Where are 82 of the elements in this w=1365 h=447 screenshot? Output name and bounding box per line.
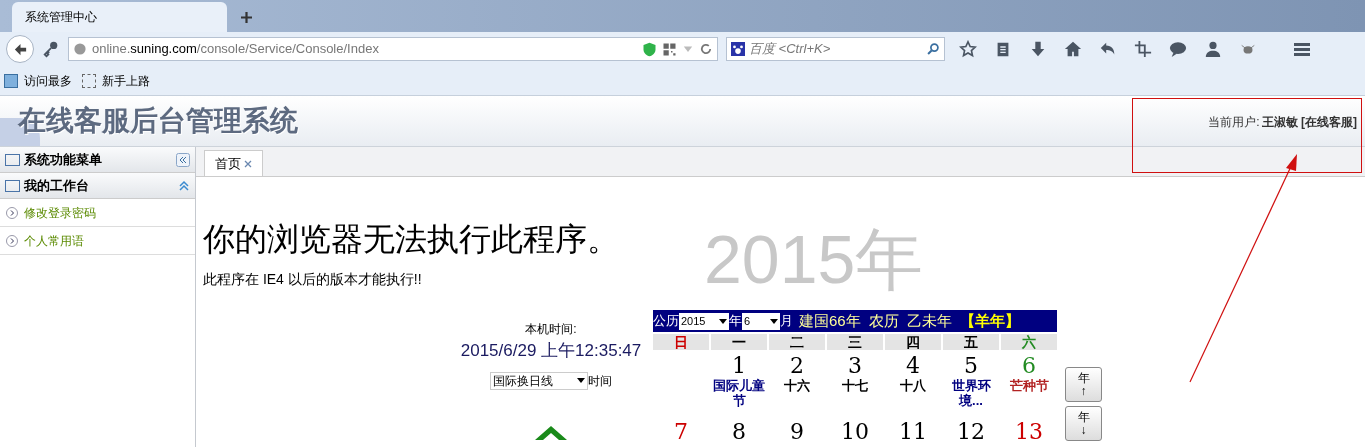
reload-icon[interactable] [699,42,713,56]
home-icon[interactable] [1064,40,1082,58]
shield-icon[interactable] [642,41,657,57]
menu-item[interactable]: 个人常用语 [0,227,195,255]
calendar-day[interactable]: 9 [790,420,804,444]
day-note: 十七 [842,378,868,393]
year-step-button[interactable]: 年 ↓ [1065,406,1102,441]
timezone-suffix: 时间 [588,372,612,390]
star-icon[interactable] [959,40,977,58]
bookmark-link[interactable]: 新手上路 [82,71,150,90]
back-arrow-icon [12,41,28,57]
weekday-header: 二 [790,334,804,350]
calendar-day[interactable]: 13 [1015,420,1043,444]
calendar-prefix: 公历 [653,312,679,331]
address-bar[interactable]: online.suning.com/console/Service/Console/Index [68,37,718,61]
crop-icon[interactable] [1134,40,1152,58]
current-user: 当前用户: 王淑敏 [在线客服] [1208,114,1357,131]
weekday-header: 五 [964,334,978,350]
calendar-day[interactable]: 12 [957,420,985,444]
weekday-header: 三 [848,334,862,350]
person-icon[interactable] [1204,40,1222,58]
chat-bubble-icon[interactable] [1169,40,1187,58]
new-tab-button[interactable] [241,12,252,23]
close-icon[interactable] [244,159,252,168]
calendar-day[interactable]: 2 [790,354,804,378]
system-title: 在线客服后台管理系统 [18,104,298,138]
weekday-header: 一 [732,334,746,350]
calendar-day[interactable]: 3 [848,354,862,378]
sidebar-title: 系统功能菜单 [24,150,102,169]
year-unit: 年 [729,312,742,331]
chevron-circle-icon [6,234,18,247]
year-step-button[interactable]: 年 ↑ [1065,367,1102,402]
caret-icon [577,378,585,383]
year-select[interactable]: 2015 [679,312,729,330]
section-title: 我的工作台 [24,176,89,195]
clock-time: 2015/6/29 上午12:35:47 [460,340,642,362]
weekday-header: 四 [906,334,920,350]
caret-icon [719,318,727,324]
calendar-info: 建国66年 农历 乙未年 [799,310,953,331]
browser-tab[interactable]: 系统管理中心 [12,2,227,32]
timezone-select[interactable]: 国际换日线 [490,371,588,390]
caret-icon [770,318,778,324]
page-tab[interactable]: 首页 [204,150,263,176]
day-note: 芒种节 [1009,378,1049,393]
month-select[interactable]: 6 [742,312,780,330]
search-placeholder: 百度 <Ctrl+K> [749,40,832,59]
calendar-day[interactable]: 1 [732,354,746,378]
day-note: 十六 [784,378,810,393]
search-icon[interactable] [926,42,940,56]
collapse-icon[interactable] [176,152,190,167]
download-icon[interactable] [1029,40,1047,58]
chevron-circle-icon [6,206,18,219]
menu-item[interactable]: 修改登录密码 [0,199,195,227]
panel-icon [5,179,20,192]
calendar-day[interactable]: 10 [841,420,869,444]
bookmark-link[interactable]: 访问最多 [4,71,72,90]
clock-label: 本机时间: [525,321,577,338]
calendar-day[interactable]: 11 [899,420,927,444]
day-note: 十八 [900,378,926,393]
calendar-day[interactable]: 7 [674,420,688,444]
day-note: 国际儿童节 [712,378,766,408]
month-unit: 月 [780,312,793,331]
calendar-day[interactable]: 5 [964,354,978,378]
expand-toggle-icon[interactable] [178,179,190,192]
paw-icon [731,42,745,56]
key-icon[interactable] [42,40,60,58]
day-note: 世界环境... [950,378,992,408]
zodiac-year: 【羊年】 [960,310,1021,331]
qr-code-icon[interactable] [662,41,677,57]
search-field[interactable]: 百度 <Ctrl+K> [726,37,945,61]
section-header[interactable]: 我的工作台 [0,173,195,199]
weekday-header: 日 [674,334,688,350]
calendar-day[interactable]: 6 [1022,354,1036,378]
calendar-day[interactable]: 8 [732,420,746,444]
globe-icon [73,42,87,56]
calendar-day[interactable]: 4 [906,354,920,378]
back-button[interactable] [6,35,34,63]
weekday-header: 六 [1022,334,1036,350]
error-heading: 你的浏览器无法执行此程序。 [203,219,620,259]
error-message: 此程序在 IE4 以后的版本才能执行!! [203,270,423,289]
url-text: online.suning.com/console/Service/Console/Index [92,40,379,59]
panel-icon [5,153,20,166]
